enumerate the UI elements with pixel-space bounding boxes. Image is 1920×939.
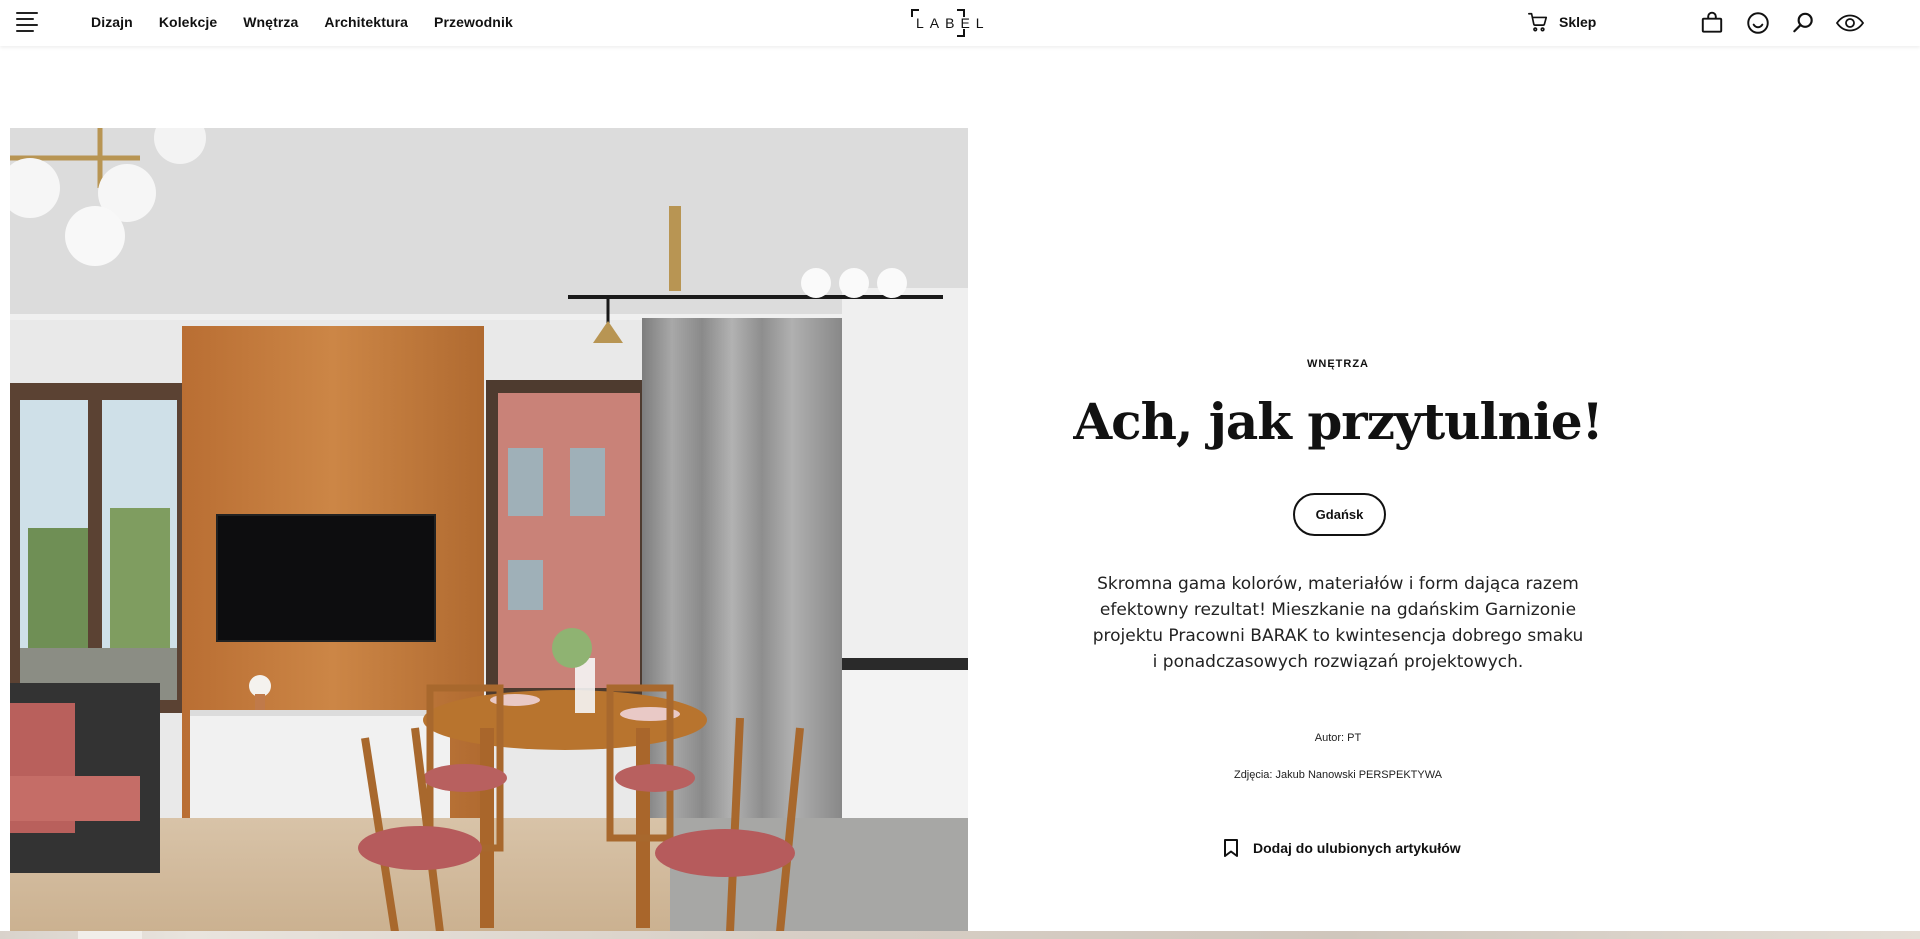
hero-photo bbox=[10, 128, 968, 932]
logo-text: LABEL bbox=[916, 15, 990, 31]
add-to-favorites-label: Dodaj do ulubionych artykułów bbox=[1253, 840, 1461, 856]
shop-link[interactable]: Sklep bbox=[1527, 11, 1596, 33]
smile-icon[interactable] bbox=[1745, 10, 1771, 36]
site-header: Dizajn Kolekcje Wnętrza Architektura Prz… bbox=[0, 0, 1920, 46]
site-logo[interactable]: LABEL bbox=[910, 8, 990, 38]
bag-icon[interactable] bbox=[1699, 10, 1725, 36]
article-title: Ach, jak przytulnie! bbox=[1073, 392, 1603, 451]
article-category[interactable]: WNĘTRZA bbox=[1038, 358, 1638, 370]
eye-icon[interactable] bbox=[1835, 10, 1865, 36]
menu-icon[interactable] bbox=[16, 12, 38, 34]
article-lead: Skromna gama kolorów, materiałów i form … bbox=[1092, 574, 1584, 672]
bookmark-icon bbox=[1224, 839, 1238, 857]
shop-label: Sklep bbox=[1559, 14, 1597, 30]
location-tag-button[interactable]: Gdańsk bbox=[1293, 493, 1386, 536]
article-intro: WNĘTRZA Ach, jak przytulnie! Gdańsk Skro… bbox=[1038, 128, 1638, 932]
cart-icon bbox=[1528, 12, 1548, 32]
add-to-favorites-button[interactable]: Dodaj do ulubionych artykułów bbox=[1223, 838, 1461, 858]
main-nav: Dizajn Kolekcje Wnętrza Architektura Prz… bbox=[91, 14, 513, 30]
article-photo-credit: Zdjęcia: Jakub Nanowski PERSPEKTYWA bbox=[1233, 769, 1443, 781]
search-icon[interactable] bbox=[1790, 10, 1816, 36]
nav-item-dizajn[interactable]: Dizajn bbox=[91, 14, 133, 30]
nav-item-kolekcje[interactable]: Kolekcje bbox=[159, 14, 217, 30]
nav-item-wnetrza[interactable]: Wnętrza bbox=[243, 14, 298, 30]
nav-item-architektura[interactable]: Architektura bbox=[324, 14, 408, 30]
nav-item-przewodnik[interactable]: Przewodnik bbox=[434, 14, 513, 30]
next-image-preview bbox=[0, 931, 1920, 939]
interior-illustration bbox=[10, 128, 968, 932]
article-author: Autor: PT bbox=[1314, 732, 1362, 744]
